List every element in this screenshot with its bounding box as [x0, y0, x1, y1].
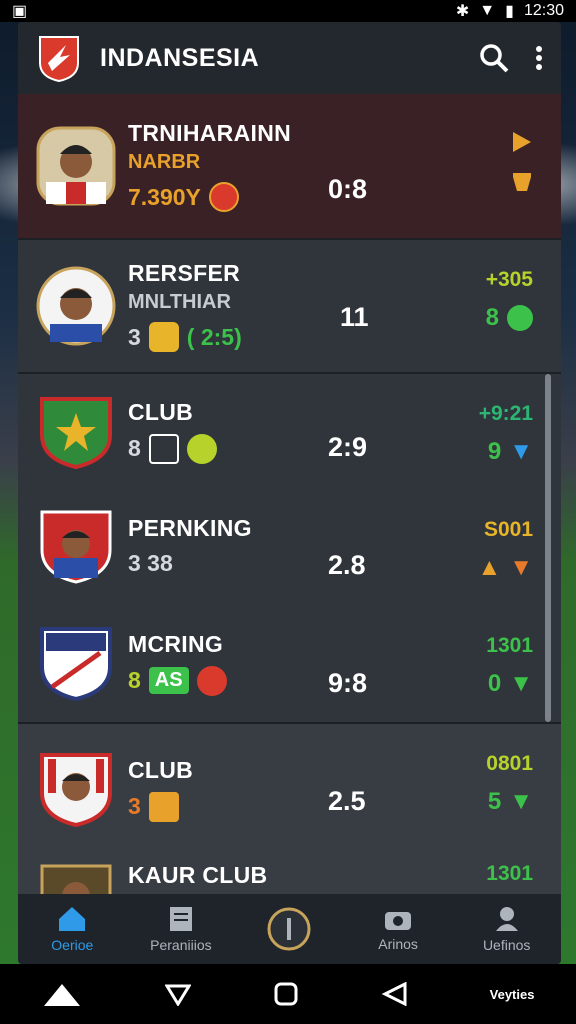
club-name: MCRING	[128, 630, 224, 657]
rating-value: 1301	[486, 862, 533, 885]
search-icon[interactable]	[479, 43, 509, 73]
home-icon	[59, 907, 86, 931]
list-item[interactable]: MCRING 8 AS 9:8 1301 0 ▼	[18, 604, 561, 722]
club-badge-icon	[148, 322, 179, 352]
club-name: KAUR CLUB	[128, 862, 268, 888]
rating-sub: 8	[485, 304, 499, 331]
player-avatar	[36, 266, 116, 346]
player-stat: 7.390Y	[128, 183, 201, 210]
rating-value: 1301	[486, 634, 533, 657]
overflow-menu-icon[interactable]	[535, 45, 543, 71]
player-name: PERNKING	[128, 515, 252, 541]
rating-value: +9:21	[478, 402, 533, 425]
nav-stats[interactable]: Peraniiios	[127, 894, 236, 964]
trend-icon: ▼	[509, 554, 533, 581]
app-bar: INDANSESIA	[18, 22, 561, 94]
score: 2.8	[328, 550, 366, 580]
nav-profile[interactable]: Uefinos	[452, 894, 561, 964]
app-panel: INDANSESIA TRNIHARAINN NARBR 7.390Y 0:8 …	[18, 22, 561, 964]
club-crest-icon	[40, 627, 112, 702]
bluetooth-icon: ✱	[455, 3, 470, 20]
score: 2:9	[328, 432, 368, 462]
club-crest-icon	[40, 397, 112, 470]
battery-icon: ▮	[505, 3, 514, 20]
clock: 12:30	[523, 2, 564, 19]
back-down-icon[interactable]	[164, 982, 191, 1006]
player-subtitle: NARBR	[128, 151, 201, 173]
stats-icon	[148, 433, 179, 464]
trend-icon: ▼	[509, 670, 533, 697]
club-stat: 3	[128, 793, 141, 819]
club-badge-icon	[208, 182, 239, 212]
trophy-icon	[513, 173, 531, 191]
rating-sub: 5	[487, 788, 502, 815]
score: 2.5	[328, 786, 366, 816]
nav-news[interactable]: Arinos	[344, 894, 453, 964]
home-button-icon[interactable]	[274, 982, 298, 1006]
club-stat: 8	[128, 435, 141, 461]
center-action-icon	[267, 907, 311, 951]
player-subtitle: MNLTHIAR	[128, 291, 231, 313]
score: 0:8	[328, 174, 368, 204]
app-notification-icon: ▣	[12, 3, 28, 20]
player-avatar	[36, 126, 116, 206]
list-item[interactable]: CLUB 3 2.5 0801 5 ▼	[18, 724, 561, 854]
player-name: RERSFER	[128, 260, 241, 286]
scrollbar[interactable]	[545, 374, 551, 722]
play-icon[interactable]	[511, 130, 533, 154]
camera-icon	[385, 912, 412, 930]
sysnav-label[interactable]: Veyties	[490, 987, 535, 1002]
club-logo-icon	[39, 36, 79, 83]
nav-stats-label: Peraniiios	[150, 937, 212, 953]
player-stat: 3	[128, 323, 141, 350]
list-item[interactable]: RERSFER MNLTHIAR 3 ( 2:5) 11 +305 8	[18, 240, 561, 372]
nav-profile-label: Uefinos	[482, 937, 531, 953]
player-avatar	[40, 510, 112, 584]
wifi-icon: ▼	[479, 2, 496, 19]
back-icon[interactable]	[381, 982, 407, 1006]
rating-sub: 9	[487, 438, 502, 465]
list-item[interactable]: TRNIHARAINN NARBR 7.390Y 0:8	[18, 94, 561, 238]
up-arrow-icon	[507, 305, 533, 331]
ball-icon	[186, 433, 217, 464]
club-name: CLUB	[128, 398, 194, 425]
rating-value: 0801	[486, 752, 533, 775]
flag-icon	[148, 791, 179, 822]
nav-news-label: Arinos	[378, 936, 418, 952]
score: 11	[340, 302, 369, 332]
system-navigation-bar: Veyties	[0, 964, 576, 1024]
rating-value: +305	[485, 268, 533, 291]
apps-icon[interactable]	[42, 980, 82, 1008]
club-stat: 8	[128, 667, 141, 693]
bottom-navigation: Oerioe Peraniiios Arinos Uefinos	[18, 894, 561, 964]
document-icon	[169, 907, 192, 931]
nav-center[interactable]	[235, 894, 344, 964]
user-icon	[495, 907, 518, 931]
list-item[interactable]: CLUB 8 2:9 +9:21 9 ▼	[18, 374, 561, 488]
trend-icon: ▼	[509, 788, 533, 815]
list-item[interactable]: PERNKING 3 38 2.8 S001 ▲ ▼	[18, 488, 561, 604]
club-name: CLUB	[128, 756, 194, 783]
ball-icon	[196, 665, 227, 696]
trend-icon: ▼	[509, 438, 533, 465]
player-name: TRNIHARAINN	[128, 120, 292, 146]
score: 9:8	[328, 668, 368, 698]
status-bar: ▣ ✱ ▼ ▮ 12:30	[0, 0, 576, 22]
rating-value: S001	[483, 518, 533, 541]
nav-home[interactable]: Oerioe	[18, 894, 127, 964]
app-title: INDANSESIA	[100, 43, 260, 72]
flame-icon: ▲	[477, 554, 502, 581]
player-stat: 3 38	[128, 550, 173, 576]
club-badge: AS	[148, 667, 189, 694]
player-avatar	[40, 753, 112, 828]
player-stat-extra: ( 2:5)	[186, 323, 242, 350]
nav-home-label: Oerioe	[51, 937, 94, 953]
rating-sub: 0	[487, 670, 502, 697]
